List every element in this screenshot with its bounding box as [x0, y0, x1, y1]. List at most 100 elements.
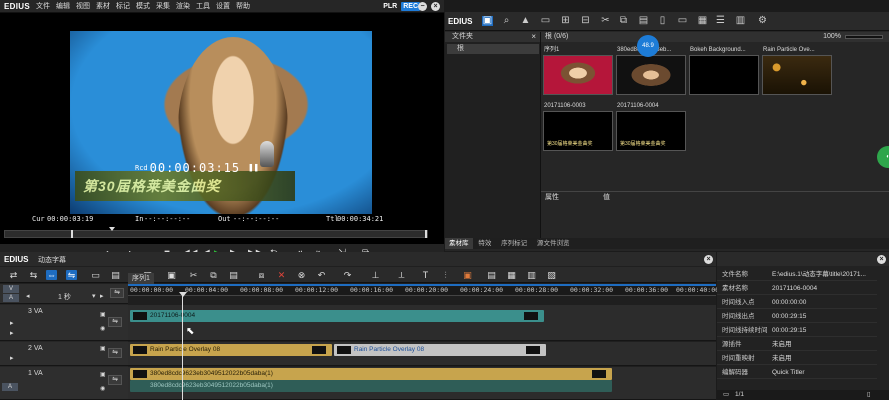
mixer-icon[interactable]: ⫶: [440, 270, 451, 280]
timeline-playhead-handle[interactable]: [179, 292, 187, 297]
open-folder-icon[interactable]: ▭: [540, 16, 551, 26]
mode-icon[interactable]: ⇄: [8, 270, 19, 280]
timeline-ruler[interactable]: 00:00:00:00 00:00:04:00 00:00:08:00 00:0…: [128, 284, 719, 296]
menu-capture[interactable]: 采集: [156, 1, 170, 11]
menu-render[interactable]: 渲染: [176, 1, 190, 11]
property-icon[interactable]: ▦: [697, 16, 708, 26]
bin-clip[interactable]: Bokeh Background...: [689, 45, 759, 95]
list-view-icon[interactable]: ☰: [715, 16, 726, 26]
split-icon[interactable]: ⟂: [396, 270, 407, 280]
replace-icon[interactable]: ⧈: [256, 270, 267, 280]
plr-toggle[interactable]: PLR: [381, 2, 399, 11]
layout-icon-1[interactable]: ▤: [486, 270, 497, 280]
copy-icon[interactable]: ⧉: [208, 270, 219, 280]
menu-clip[interactable]: 素材: [96, 1, 110, 11]
timeline-clip[interactable]: 20171106-0004: [130, 310, 544, 322]
paste-icon[interactable]: ▤: [228, 270, 239, 280]
cut-icon[interactable]: ✂: [600, 16, 611, 26]
undo-icon[interactable]: ↶: [316, 270, 327, 280]
video-mute-icon[interactable]: ▣: [100, 371, 106, 378]
close-icon[interactable]: ×: [531, 32, 536, 42]
expand-icon[interactable]: ▸: [10, 354, 14, 362]
menu-edit[interactable]: 编辑: [56, 1, 70, 11]
marker-icon[interactable]: ⊥: [370, 270, 381, 280]
new-sequence-icon[interactable]: ▭: [90, 270, 101, 280]
delete-icon[interactable]: ✕: [276, 270, 287, 280]
minimize-button[interactable]: −: [418, 2, 427, 11]
folder-item-root[interactable]: 根: [447, 44, 539, 54]
bin-clip[interactable]: 20171106-0004 第30届格莱美金曲奖: [616, 101, 686, 151]
redo-icon[interactable]: ↷: [342, 270, 353, 280]
expand-icon[interactable]: ▸: [10, 319, 14, 327]
open-icon[interactable]: ▤: [110, 270, 121, 280]
track-sync-icon[interactable]: ⇋: [108, 375, 122, 385]
folder-view-icon[interactable]: ▣: [482, 16, 493, 26]
bin-clip[interactable]: 序列1: [543, 45, 613, 95]
audio-mute-icon[interactable]: ◉: [100, 325, 105, 332]
snap-icon[interactable]: ⇋: [110, 288, 124, 298]
scale-dropdown-icon[interactable]: ▾: [92, 292, 96, 300]
tab-sequence-markers[interactable]: 序列标记: [497, 238, 531, 249]
link-icon[interactable]: ⇋: [66, 270, 77, 280]
track-lane-2va[interactable]: Rain Particle Overlay 08 Rain Particle O…: [128, 342, 716, 366]
delete-icon[interactable]: ▯: [867, 390, 871, 400]
settings-icon[interactable]: ⚙: [757, 16, 768, 26]
thumb-view-icon[interactable]: ▥: [735, 16, 746, 26]
track-lane-3va[interactable]: 20171106-0004: [128, 305, 716, 341]
audio-mute-icon[interactable]: ◉: [100, 385, 105, 392]
menu-mode[interactable]: 模式: [136, 1, 150, 11]
zoom-slider[interactable]: [845, 35, 883, 39]
track-header-1va[interactable]: 1 VA A ▣ ◉ ⇋: [0, 367, 128, 400]
ripple-icon[interactable]: ⇆: [28, 270, 39, 280]
track-header-3va[interactable]: 3 VA ▸ ▸ ▣ ◉ ⇋: [0, 305, 128, 341]
scale-prev-icon[interactable]: ◂: [26, 292, 30, 300]
menu-tools[interactable]: 工具: [196, 1, 210, 11]
track-sync-icon[interactable]: ⇋: [108, 348, 122, 358]
add-clip-icon[interactable]: ⊞: [560, 16, 571, 26]
menu-settings[interactable]: 设置: [216, 1, 230, 11]
delete-icon[interactable]: ▯: [657, 16, 668, 26]
search-icon[interactable]: ⌕: [501, 16, 512, 26]
track-sync-icon[interactable]: ⇋: [108, 317, 122, 327]
layout-icon-4[interactable]: ▧: [546, 270, 557, 280]
tab-sequence[interactable]: 序列1: [128, 273, 154, 284]
scale-next-icon[interactable]: ▸: [100, 292, 104, 300]
expand-icon[interactable]: ▸: [10, 329, 14, 337]
timeline-clip-selected[interactable]: Rain Particle Overlay 08: [334, 344, 546, 356]
timescale[interactable]: 1 秒: [58, 292, 71, 302]
seek-bar[interactable]: [4, 227, 428, 238]
close-button[interactable]: ×: [704, 255, 713, 264]
layout-icon-2[interactable]: ▦: [506, 270, 517, 280]
tab-bin[interactable]: 素材库: [445, 238, 473, 249]
add-sequence-icon[interactable]: ⊟: [580, 16, 591, 26]
tab-effects[interactable]: 特效: [474, 238, 495, 249]
timeline-audio-clip[interactable]: 380ed8cdc9623eb3049512022b05daba(1): [130, 380, 612, 392]
menu-marker[interactable]: 标记: [116, 1, 130, 11]
ripple-delete-icon[interactable]: ⊗: [296, 270, 307, 280]
close-button[interactable]: ×: [431, 2, 440, 11]
close-button[interactable]: ×: [877, 255, 886, 264]
sync-icon[interactable]: ⇔: [46, 270, 57, 280]
track-lane-1va[interactable]: 380ed8cdc9623eb3049512022b05daba(1) 380e…: [128, 367, 716, 400]
video-mute-icon[interactable]: ▣: [100, 311, 106, 318]
timeline-playhead[interactable]: [182, 292, 183, 400]
cut-icon[interactable]: ✂: [188, 270, 199, 280]
display-icon[interactable]: ▭: [677, 16, 688, 26]
menu-view[interactable]: 视图: [76, 1, 90, 11]
menu-file[interactable]: 文件: [36, 1, 50, 11]
title-icon[interactable]: T: [420, 270, 431, 280]
copy-icon[interactable]: ⧉: [618, 16, 629, 26]
timeline-clip[interactable]: 380ed8cdc9623eb3049512022b05daba(1): [130, 368, 612, 380]
playhead-marker[interactable]: [109, 227, 115, 231]
layout-icon-3[interactable]: ▥: [526, 270, 537, 280]
track-header-2va[interactable]: 2 VA ▸ ▣ ⇋: [0, 342, 128, 366]
render-icon[interactable]: ▣: [462, 270, 473, 280]
paste-icon[interactable]: ▤: [638, 16, 649, 26]
save-icon[interactable]: ▣: [166, 270, 177, 280]
bin-clip[interactable]: Rain Particle Ove...: [762, 45, 832, 95]
bin-clip[interactable]: 20171106-0003 第30届格莱美金曲奖: [543, 101, 613, 151]
video-mute-icon[interactable]: ▣: [100, 345, 106, 352]
timeline-clip[interactable]: Rain Particle Overlay 08: [130, 344, 332, 356]
tab-source-browser[interactable]: 源文件浏览: [533, 238, 574, 249]
menu-help[interactable]: 帮助: [236, 1, 250, 11]
